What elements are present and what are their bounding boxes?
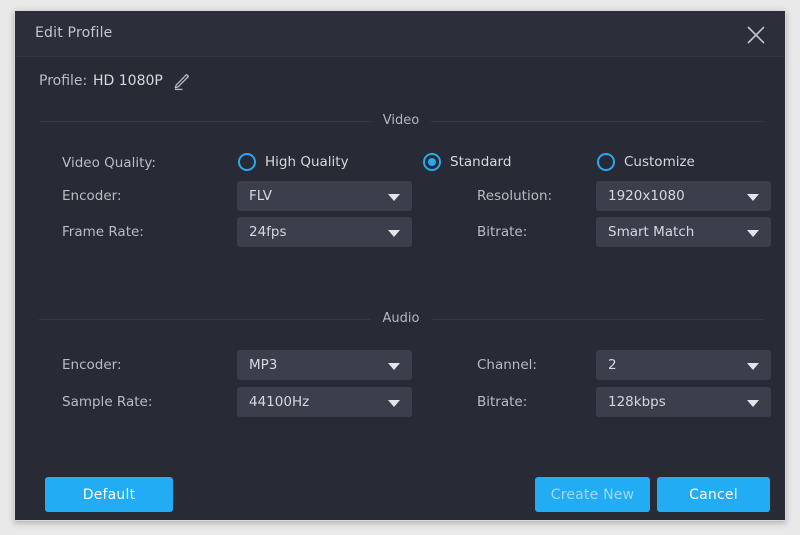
chevron-down-icon — [388, 194, 400, 201]
video-encoder-select[interactable]: FLV — [237, 181, 412, 211]
chevron-down-icon — [747, 194, 759, 201]
audio-sample-rate-label: Sample Rate: — [62, 394, 152, 410]
audio-encoder-select[interactable]: MP3 — [237, 350, 412, 380]
audio-encoder-value: MP3 — [249, 350, 277, 380]
video-bitrate-select[interactable]: Smart Match — [596, 217, 771, 247]
radio-indicator — [423, 153, 441, 171]
video-resolution-select[interactable]: 1920x1080 — [596, 181, 771, 211]
radio-indicator — [597, 153, 615, 171]
audio-channel-label: Channel: — [477, 357, 537, 373]
radio-indicator — [238, 153, 256, 171]
default-button[interactable]: Default — [45, 477, 173, 512]
audio-section-label: Audio — [371, 310, 432, 328]
close-icon[interactable] — [741, 20, 771, 50]
audio-encoder-label: Encoder: — [62, 357, 122, 373]
radio-label: Customize — [624, 153, 695, 172]
video-resolution-label: Resolution: — [477, 188, 552, 204]
dialog-title: Edit Profile — [35, 25, 113, 41]
video-bitrate-label: Bitrate: — [477, 224, 527, 240]
chevron-down-icon — [747, 400, 759, 407]
radio-label: Standard — [450, 153, 511, 172]
video-frame-rate-value: 24fps — [249, 217, 287, 247]
audio-channel-select[interactable]: 2 — [596, 350, 771, 380]
video-encoder-value: FLV — [249, 181, 272, 211]
cancel-button[interactable]: Cancel — [657, 477, 770, 512]
audio-section-separator: Audio — [39, 310, 763, 328]
video-quality-label: Video Quality: — [62, 155, 156, 171]
dialog-titlebar: Edit Profile — [15, 11, 785, 57]
chevron-down-icon — [388, 363, 400, 370]
profile-row: Profile: HD 1080P — [15, 57, 785, 105]
chevron-down-icon — [747, 230, 759, 237]
audio-sample-rate-value: 44100Hz — [249, 387, 309, 417]
profile-label: Profile: — [39, 73, 87, 89]
radio-label: High Quality — [265, 153, 349, 172]
video-encoder-label: Encoder: — [62, 188, 122, 204]
create-new-button[interactable]: Create New — [535, 477, 650, 512]
video-resolution-value: 1920x1080 — [608, 181, 685, 211]
video-frame-rate-label: Frame Rate: — [62, 224, 144, 240]
pencil-edit-icon[interactable] — [170, 71, 192, 93]
video-section-label: Video — [371, 112, 431, 130]
audio-bitrate-select[interactable]: 128kbps — [596, 387, 771, 417]
video-section-separator: Video — [39, 112, 763, 130]
video-frame-rate-select[interactable]: 24fps — [237, 217, 412, 247]
audio-sample-rate-select[interactable]: 44100Hz — [237, 387, 412, 417]
chevron-down-icon — [388, 400, 400, 407]
profile-value: HD 1080P — [93, 73, 163, 89]
chevron-down-icon — [388, 230, 400, 237]
chevron-down-icon — [747, 363, 759, 370]
video-bitrate-value: Smart Match — [608, 217, 694, 247]
audio-bitrate-label: Bitrate: — [477, 394, 527, 410]
audio-channel-value: 2 — [608, 350, 617, 380]
edit-profile-dialog: Edit Profile Profile: HD 1080P Video Vid… — [14, 10, 786, 521]
audio-bitrate-value: 128kbps — [608, 387, 666, 417]
